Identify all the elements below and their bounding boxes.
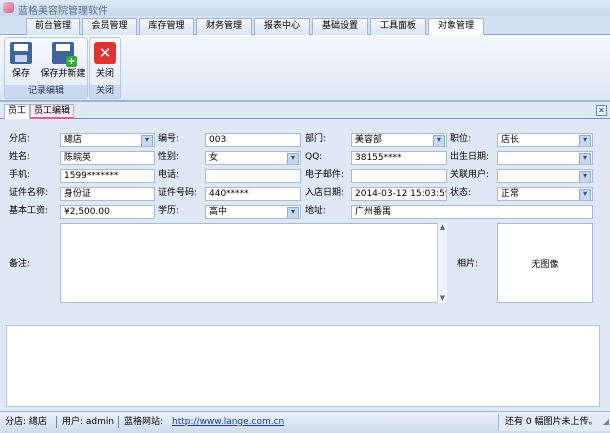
upload-status: 还有 0 幅图片未上传。 ◢ [498,414,610,431]
photo-box[interactable]: 无图像 [497,223,593,303]
status-separator [56,416,57,428]
notes-label: 备注: [9,259,31,269]
address-label: 地址: [305,206,327,216]
document-area: 员工 员工编辑 ✕ 分店: 總店 编号: 003 部门: 美容部 职位: 店长 … [0,101,610,412]
staff-edit-form: 分店: 總店 编号: 003 部门: 美容部 职位: 店长 姓名: 陈皖英 性别… [0,119,610,412]
salary-field[interactable]: ¥2,500.00 [60,205,155,219]
email-label: 电子邮件: [305,170,345,180]
name-field[interactable]: 陈皖英 [60,151,155,165]
birthday-label: 出生日期: [450,152,490,162]
tab-members[interactable]: 会员管理 [82,18,137,35]
status-site-label: 蓝格网站: [124,417,164,427]
status-select[interactable]: 正常 [497,187,593,201]
status-user: 用户: admin [62,417,115,427]
save-button[interactable]: 保存 [7,40,35,84]
scroll-down-icon[interactable]: ▼ [438,294,447,303]
tab-object-management[interactable]: 对象管理 [428,18,484,36]
code-field[interactable]: 003 [205,133,301,147]
save-new-label: 保存并新建 [40,69,86,79]
tab-front-desk[interactable]: 前台管理 [26,18,80,35]
linked-user-label: 关联用户: [450,170,490,180]
email-field[interactable] [351,169,447,183]
position-label: 职位: [450,134,472,144]
lower-panel [6,325,600,407]
branch-label: 分店: [9,134,31,144]
linked-user-select[interactable] [497,169,593,183]
doc-tab-staff[interactable]: 员工 [4,104,31,119]
tab-basic-settings[interactable]: 基础设置 [312,18,368,35]
status-branch: 分店: 總店 [5,417,47,427]
app-title: 蓝格美容院管理软件 [18,6,108,17]
document-tabs: 员工 员工编辑 ✕ [0,102,610,119]
save-label: 保存 [11,69,30,79]
scroll-up-icon[interactable]: ▲ [438,223,447,232]
branch-select[interactable]: 總店 [60,133,155,147]
ribbon: 保存 保存并新建 记录编辑 ✕ 关闭 关闭 [0,35,610,101]
doc-tab-staff-edit[interactable]: 员工编辑 [30,104,75,119]
close-icon: ✕ [94,42,116,64]
name-label: 姓名: [9,152,31,162]
join-date-label: 入店日期: [305,188,345,198]
dept-select[interactable]: 美容部 [351,133,447,147]
save-and-new-button[interactable]: 保存并新建 [39,40,87,84]
education-select[interactable]: 高中 [205,205,301,219]
tab-tools[interactable]: 工具面板 [370,18,426,35]
id-type-field[interactable]: 身份证 [60,187,155,201]
qq-label: QQ: [305,152,323,162]
close-doc-icon[interactable]: ✕ [596,105,607,116]
notes-scroll-track[interactable]: ▲ ▼ [437,223,447,303]
tab-reports[interactable]: 报表中心 [254,18,310,35]
status-separator [118,416,119,428]
gender-select[interactable]: 女 [205,151,301,165]
mobile-field[interactable]: 1599******* [60,169,155,183]
notes-scrollbar[interactable]: ▲ ▼ [437,223,447,303]
save-icon [10,42,32,64]
address-field[interactable]: 广州番禺 [351,205,593,219]
status-label: 状态: [450,188,472,198]
no-image-text: 无图像 [531,260,559,270]
app-icon [3,2,14,13]
join-date-field[interactable]: 2014-03-12 15:03:59 [351,187,447,201]
gender-label: 性别: [158,152,180,162]
phone-label: 电话: [158,170,180,180]
resize-grip-icon[interactable]: ◢ [603,413,609,430]
ribbon-group-close: ✕ 关闭 关闭 [89,37,121,99]
phone-field[interactable] [205,169,301,183]
position-select[interactable]: 店长 [497,133,593,147]
salary-label: 基本工资: [9,206,49,216]
id-type-label: 证件名称: [9,188,49,198]
ribbon-group-record-edit: 保存 保存并新建 记录编辑 [4,37,88,99]
notes-textarea[interactable] [60,223,447,303]
website-link[interactable]: http://www.lange.com.cn [172,412,284,432]
birthday-picker[interactable] [497,151,593,165]
qq-field[interactable]: 38155**** [351,151,447,165]
tab-inventory[interactable]: 库存管理 [139,18,194,35]
close-label: 关闭 [95,69,114,79]
ribbon-group-label: 记录编辑 [5,85,87,98]
main-menu-tabs: 前台管理 会员管理 库存管理 财务管理 报表中心 基础设置 工具面板 对象管理 [0,16,610,36]
code-label: 编号: [158,134,180,144]
dept-label: 部门: [305,134,327,144]
close-button[interactable]: ✕ 关闭 [91,40,119,84]
tab-finance[interactable]: 财务管理 [196,18,252,35]
mobile-label: 手机: [9,170,31,180]
upload-status-text: 还有 0 幅图片未上传。 [505,417,598,427]
title-bar: 蓝格美容院管理软件 [0,0,610,17]
status-bar: 分店: 總店 用户: admin 蓝格网站: http://www.lange.… [0,411,610,433]
ribbon-group-label: 关闭 [90,85,120,98]
id-number-field[interactable]: 440***** [205,187,301,201]
id-number-label: 证件号码: [158,188,198,198]
save-new-icon [52,42,77,67]
photo-label: 相片: [457,259,479,269]
education-label: 学历: [158,206,180,216]
